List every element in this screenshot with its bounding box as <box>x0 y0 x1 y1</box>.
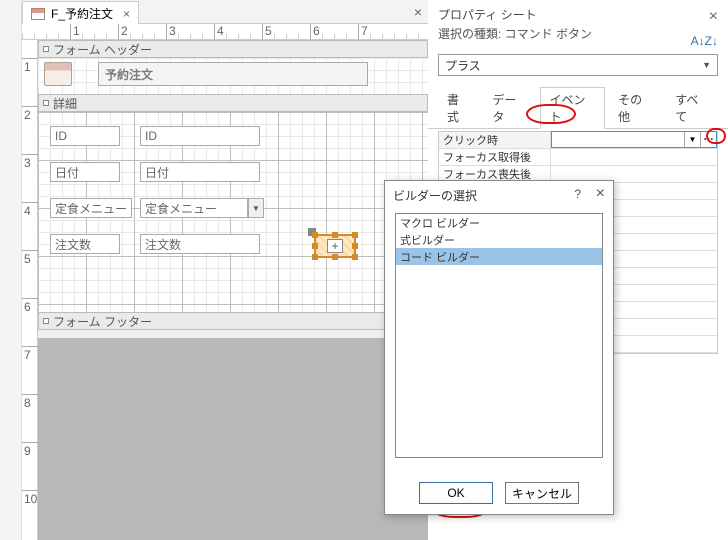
textbox-id[interactable]: ID <box>140 126 260 146</box>
help-icon[interactable]: ? <box>574 187 581 201</box>
builder-option[interactable]: マクロ ビルダー <box>396 214 602 231</box>
property-tab-0[interactable]: 書式 <box>438 87 479 129</box>
object-selector-combo[interactable]: プラス ▼ <box>438 54 718 76</box>
resize-handle[interactable] <box>332 254 338 260</box>
plus-icon: + <box>327 239 343 253</box>
label-id[interactable]: ID <box>50 126 120 146</box>
builder-ellipsis-icon[interactable]: ⋯ <box>700 132 716 147</box>
builder-listbox[interactable]: マクロ ビルダー式ビルダーコード ビルダー <box>395 213 603 458</box>
sort-az-icon[interactable]: A↓Z↓ <box>691 34 718 48</box>
section-bar-detail[interactable]: 詳細 <box>38 94 428 112</box>
property-sheet-title: プロパティ シート <box>428 0 728 25</box>
design-canvas[interactable]: フォーム ヘッダー 予約注文 詳細 ID ID 日付 日付 定食メニュー 定食メ… <box>38 40 428 540</box>
property-tab-2[interactable]: イベント <box>540 87 605 129</box>
resize-handle[interactable] <box>312 232 318 238</box>
section-bar-header[interactable]: フォーム ヘッダー <box>38 40 428 58</box>
form-title-label[interactable]: 予約注文 <box>98 62 368 86</box>
property-tab-1[interactable]: データ <box>483 87 536 129</box>
property-tabs: 書式データイベントその他すべて <box>428 86 728 129</box>
form-icon <box>31 8 45 20</box>
builder-option[interactable]: 式ビルダー <box>396 231 602 248</box>
property-sheet-close-icon[interactable]: × <box>709 8 718 26</box>
section-body-footer[interactable] <box>38 330 428 338</box>
horizontal-ruler: 1234567 <box>22 24 428 40</box>
vertical-ruler: 12345678910 <box>22 40 38 540</box>
property-tab-3[interactable]: その他 <box>609 87 662 129</box>
resize-handle[interactable] <box>312 254 318 260</box>
tab-title: F_予約注文 <box>51 5 113 22</box>
resize-handle[interactable] <box>352 243 358 249</box>
resize-handle[interactable] <box>312 243 318 249</box>
textbox-qty[interactable]: 注文数 <box>140 234 260 254</box>
tab-close-icon[interactable]: × <box>123 7 130 21</box>
section-body-detail[interactable]: ID ID 日付 日付 定食メニュー 定食メニュー ▼ 注文数 注文数 + <box>38 112 428 312</box>
selection-type-label: 選択の種類: コマンド ボタン <box>428 25 728 50</box>
ok-button[interactable]: OK <box>419 482 493 504</box>
chevron-down-icon: ▼ <box>702 60 711 70</box>
property-row[interactable]: クリック時▼⋯ <box>439 132 717 149</box>
dialog-buttons: OK キャンセル <box>385 482 613 504</box>
form-title-text: 予約注文 <box>105 66 153 83</box>
resize-handle[interactable] <box>352 254 358 260</box>
label-qty[interactable]: 注文数 <box>50 234 120 254</box>
section-handle-icon <box>43 46 49 52</box>
textbox-date[interactable]: 日付 <box>140 162 260 182</box>
resize-handle[interactable] <box>352 232 358 238</box>
section-body-header[interactable]: 予約注文 <box>38 58 428 94</box>
label-date[interactable]: 日付 <box>50 162 120 182</box>
combobox-menu[interactable]: 定食メニュー <box>140 198 248 218</box>
command-button-selected[interactable]: + <box>314 234 356 258</box>
property-value[interactable] <box>551 149 717 165</box>
object-selector-value: プラス <box>445 57 481 74</box>
property-name: クリック時 <box>439 132 551 148</box>
property-tab-4[interactable]: すべて <box>666 87 718 129</box>
property-row[interactable]: フォーカス取得後 <box>439 149 717 166</box>
chevron-down-icon[interactable]: ▼ <box>684 132 700 147</box>
document-tabs: F_予約注文 × × <box>22 0 428 24</box>
close-icon[interactable]: × <box>596 185 605 203</box>
section-handle-icon <box>43 318 49 324</box>
section-label: フォーム ヘッダー <box>53 41 152 58</box>
section-label: フォーム フッター <box>53 313 152 330</box>
builder-dialog: ビルダーの選択 ? × マクロ ビルダー式ビルダーコード ビルダー OK キャン… <box>384 180 614 515</box>
form-design-pane: F_予約注文 × × 1234567 12345678910 フォーム ヘッダー… <box>0 0 428 540</box>
builder-option[interactable]: コード ビルダー <box>396 248 602 265</box>
section-handle-icon <box>43 100 49 106</box>
form-logo-icon[interactable] <box>44 62 72 86</box>
resize-handle[interactable] <box>332 232 338 238</box>
section-label: 詳細 <box>53 95 77 112</box>
left-gutter <box>0 0 22 540</box>
section-bar-footer[interactable]: フォーム フッター <box>38 312 428 330</box>
pane-close-icon[interactable]: × <box>414 4 422 20</box>
cancel-button[interactable]: キャンセル <box>505 482 579 504</box>
label-menu[interactable]: 定食メニュー <box>50 198 132 218</box>
combobox-dropdown-icon[interactable]: ▼ <box>248 198 264 218</box>
property-value[interactable]: ▼⋯ <box>551 131 717 148</box>
design-void <box>38 338 428 540</box>
property-name: フォーカス取得後 <box>439 149 551 165</box>
tab-f-yoyaku[interactable]: F_予約注文 × <box>22 1 139 25</box>
